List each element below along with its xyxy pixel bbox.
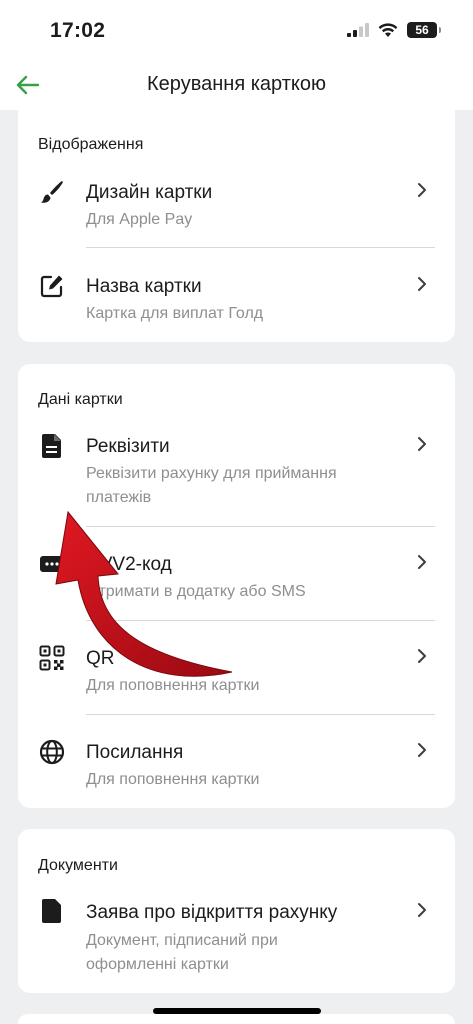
account-application-item[interactable]: Заява про відкриття рахунку Документ, пі…: [18, 889, 455, 989]
qr-item[interactable]: QR Для поповнення картки: [18, 636, 455, 710]
document-icon: [38, 432, 66, 460]
card-design-item[interactable]: Дизайн картки Для Apple Pay: [18, 170, 455, 244]
battery-indicator: 56: [407, 22, 441, 38]
chevron-right-icon: [415, 434, 429, 454]
divider: [86, 620, 435, 621]
chevron-right-icon: [415, 274, 429, 294]
qr-title: QR: [86, 648, 115, 669]
chevron-right-icon: [415, 740, 429, 760]
globe-icon: [38, 738, 66, 766]
section-title-documents: Документи: [38, 857, 118, 874]
link-item[interactable]: Посилання Для поповнення картки: [18, 730, 455, 804]
page-title: Керування карткою: [147, 73, 326, 95]
chevron-right-icon: [415, 900, 429, 920]
card-name-title: Назва картки: [86, 276, 202, 297]
requisites-subtitle: Реквізити рахунку для приймання платежів: [86, 465, 337, 506]
cvv2-title: CVV2-код: [86, 554, 172, 575]
status-time: 17:02: [50, 19, 106, 42]
wifi-icon: [378, 22, 398, 37]
account-application-title: Заява про відкриття рахунку: [86, 902, 338, 923]
requisites-item[interactable]: Реквізити Реквізити рахунку для прийманн…: [18, 424, 455, 524]
status-icons: 56: [347, 22, 441, 38]
display-section: Відображення Дизайн картки Для Apple Pay…: [18, 110, 455, 342]
card-data-section: Дані картки Реквізити Реквізити рахунку …: [18, 364, 455, 808]
document-icon: [38, 897, 66, 925]
status-bar: 17:02 56: [0, 0, 473, 60]
next-section: [18, 1014, 455, 1024]
qr-subtitle: Для поповнення картки: [86, 677, 260, 694]
section-title-display: Відображення: [38, 136, 144, 153]
link-title: Посилання: [86, 742, 184, 763]
cvv2-subtitle: Отримати в додатку або SMS: [86, 583, 306, 600]
home-indicator: [153, 1008, 321, 1014]
card-design-subtitle: Для Apple Pay: [86, 211, 193, 228]
edit-icon: [38, 272, 66, 300]
divider: [86, 526, 435, 527]
card-name-item[interactable]: Назва картки Картка для виплат Голд: [18, 264, 455, 338]
divider: [86, 247, 435, 248]
documents-section: Документи Заява про відкриття рахунку До…: [18, 829, 455, 993]
nav-bar: Керування карткою: [0, 60, 473, 110]
account-application-subtitle: Документ, підписаний при оформленні карт…: [86, 932, 278, 973]
qr-code-icon: [38, 644, 66, 672]
card-name-subtitle: Картка для виплат Голд: [86, 305, 264, 322]
chevron-right-icon: [415, 180, 429, 200]
cvv2-item[interactable]: CVV2-код Отримати в додатку або SMS: [18, 542, 455, 616]
chevron-right-icon: [415, 552, 429, 572]
requisites-title: Реквізити: [86, 436, 170, 457]
section-title-card-data: Дані картки: [38, 391, 123, 408]
card-design-title: Дизайн картки: [86, 182, 213, 203]
brush-icon: [38, 178, 66, 206]
cellular-signal-icon: [347, 23, 369, 37]
chevron-right-icon: [415, 646, 429, 666]
password-icon: [38, 550, 66, 578]
divider: [86, 714, 435, 715]
link-subtitle: Для поповнення картки: [86, 771, 260, 788]
